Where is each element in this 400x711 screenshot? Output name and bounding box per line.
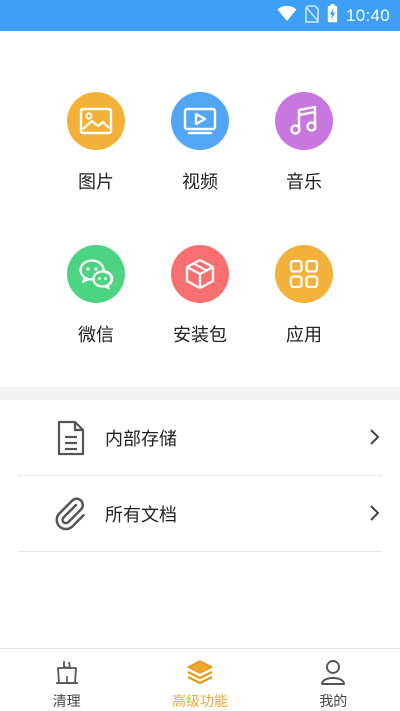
tab-label: 高级功能 — [171, 694, 228, 710]
list-item-label: 内部存储 — [105, 428, 177, 450]
category-label: 音乐 — [286, 172, 322, 193]
category-apps-circle — [275, 245, 333, 303]
category-videos-circle — [171, 92, 229, 150]
package-icon — [185, 258, 215, 290]
tab-mine[interactable]: 我的 — [267, 649, 400, 711]
image-icon — [79, 107, 113, 135]
category-packages[interactable]: 安装包 — [148, 245, 252, 347]
section-divider — [0, 387, 400, 400]
chevron-right-icon — [370, 505, 380, 521]
apps-icon — [289, 259, 319, 289]
status-time: 10:40 — [345, 5, 390, 25]
broom-icon — [53, 658, 81, 686]
category-label: 微信 — [78, 325, 114, 346]
document-icon — [53, 420, 89, 456]
category-label: 安装包 — [173, 325, 227, 346]
category-wechat-circle — [67, 245, 125, 303]
layers-icon — [186, 658, 214, 686]
list-item-label: 所有文档 — [105, 504, 177, 526]
category-label: 视频 — [182, 172, 218, 193]
tab-label: 清理 — [52, 694, 81, 710]
tab-label: 我的 — [319, 694, 348, 710]
category-wechat[interactable]: 微信 — [44, 245, 148, 347]
wechat-icon — [79, 259, 114, 290]
tab-clean[interactable]: 清理 — [0, 649, 133, 711]
category-apps[interactable]: 应用 — [252, 245, 356, 347]
category-videos[interactable]: 视频 — [148, 92, 252, 194]
category-music[interactable]: 音乐 — [252, 92, 356, 194]
tab-advanced[interactable]: 高级功能 — [133, 649, 266, 711]
category-grid: 图片 视频 音乐 微信 安装包 应用 — [0, 31, 400, 387]
category-label: 图片 — [78, 172, 114, 193]
status-icons: 10:40 — [277, 0, 390, 31]
category-images-circle — [67, 92, 125, 150]
list-item-all-documents[interactable]: 所有文档 — [18, 476, 382, 552]
storage-list: 内部存储 所有文档 — [0, 400, 400, 552]
category-images[interactable]: 图片 — [44, 92, 148, 194]
battery-charging-icon — [327, 4, 338, 27]
category-packages-circle — [171, 245, 229, 303]
music-icon — [290, 105, 317, 135]
user-icon — [319, 658, 347, 686]
paperclip-icon — [53, 496, 89, 532]
wifi-icon — [277, 5, 297, 26]
list-item-internal-storage[interactable]: 内部存储 — [18, 400, 382, 476]
category-music-circle — [275, 92, 333, 150]
status-bar: 10:40 — [0, 0, 400, 31]
bottom-tab-bar: 清理 高级功能 我的 — [0, 648, 400, 711]
no-sim-icon — [305, 4, 319, 27]
category-label: 应用 — [286, 325, 322, 346]
chevron-right-icon — [370, 429, 380, 445]
video-icon — [183, 107, 217, 135]
